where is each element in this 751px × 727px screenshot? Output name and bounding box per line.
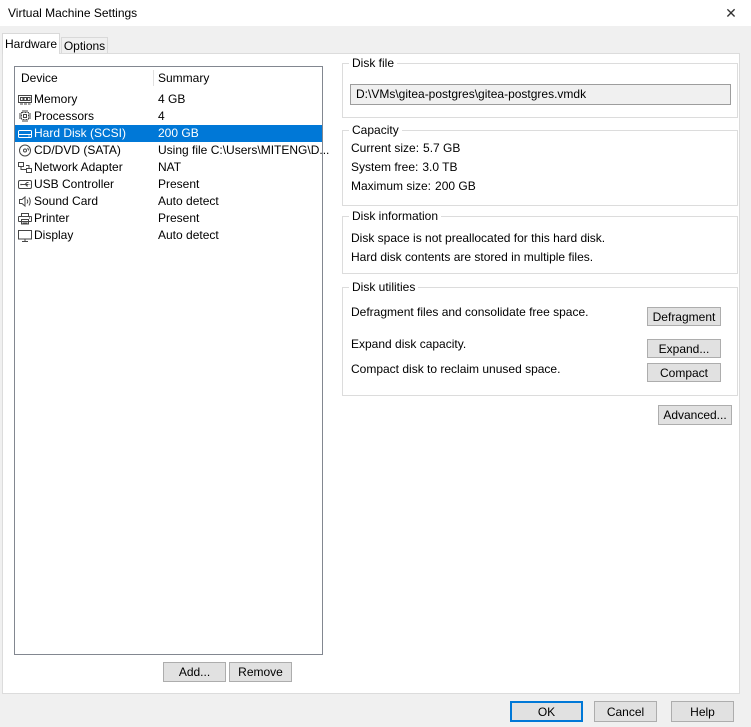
device-row-display[interactable]: Display Auto detect bbox=[15, 227, 322, 244]
expand-button[interactable]: Expand... bbox=[647, 339, 721, 358]
column-separator bbox=[153, 70, 154, 86]
tab-options[interactable]: Options bbox=[61, 37, 108, 54]
disk-file-path-field[interactable]: D:\VMs\gitea-postgres\gitea-postgres.vmd… bbox=[350, 84, 731, 105]
compact-button[interactable]: Compact bbox=[647, 363, 721, 382]
cancel-button[interactable]: Cancel bbox=[594, 701, 657, 722]
help-button[interactable]: Help bbox=[671, 701, 734, 722]
device-list-header: Device Summary bbox=[15, 67, 322, 89]
device-row-processors[interactable]: Processors 4 bbox=[15, 108, 322, 125]
tab-hardware[interactable]: Hardware bbox=[2, 33, 60, 54]
display-icon bbox=[17, 228, 33, 243]
hard-disk-icon bbox=[17, 126, 33, 141]
device-row-memory[interactable]: Memory 4 GB bbox=[15, 91, 322, 108]
disk-info-line: Hard disk contents are stored in multipl… bbox=[351, 250, 593, 264]
disk-information-group-label: Disk information bbox=[349, 209, 441, 223]
device-row-network-adapter[interactable]: Network Adapter NAT bbox=[15, 159, 322, 176]
device-row-sound-card[interactable]: Sound Card Auto detect bbox=[15, 193, 322, 210]
device-rows: Memory 4 GB Processors 4 Hard Disk (SCSI… bbox=[15, 91, 322, 244]
hardware-tab-page: Device Summary Memory 4 GB Processors 4 bbox=[2, 53, 740, 694]
disk-information-group: Disk information Disk space is not preal… bbox=[342, 216, 738, 274]
device-list[interactable]: Device Summary Memory 4 GB Processors 4 bbox=[14, 66, 323, 655]
disk-file-group: Disk file D:\VMs\gitea-postgres\gitea-po… bbox=[342, 63, 738, 118]
title-bar: Virtual Machine Settings ✕ bbox=[0, 0, 751, 26]
disk-utilities-group-label: Disk utilities bbox=[349, 280, 418, 294]
compact-description: Compact disk to reclaim unused space. bbox=[351, 362, 560, 376]
device-row-hard-disk[interactable]: Hard Disk (SCSI) 200 GB bbox=[15, 125, 322, 142]
capacity-group-label: Capacity bbox=[349, 123, 402, 137]
virtual-machine-settings-dialog: { "window": { "title": "Virtual Machine … bbox=[0, 0, 751, 727]
sound-card-icon bbox=[17, 194, 33, 209]
disk-utilities-group: Disk utilities Defragment files and cons… bbox=[342, 287, 738, 396]
device-row-usb-controller[interactable]: USB Controller Present bbox=[15, 176, 322, 193]
capacity-group: Capacity Current size:5.7 GB System free… bbox=[342, 130, 738, 206]
remove-button[interactable]: Remove bbox=[229, 662, 292, 682]
defragment-button[interactable]: Defragment bbox=[647, 307, 721, 326]
column-header-summary[interactable]: Summary bbox=[158, 67, 209, 89]
current-size-row: Current size:5.7 GB bbox=[351, 141, 460, 155]
disk-file-group-label: Disk file bbox=[349, 56, 397, 70]
advanced-button[interactable]: Advanced... bbox=[658, 405, 732, 425]
device-row-cd-dvd[interactable]: CD/DVD (SATA) Using file C:\Users\MITENG… bbox=[15, 142, 322, 159]
window-title: Virtual Machine Settings bbox=[8, 0, 137, 26]
usb-controller-icon bbox=[17, 177, 33, 192]
add-button[interactable]: Add... bbox=[163, 662, 226, 682]
printer-icon bbox=[17, 211, 33, 226]
close-icon[interactable]: ✕ bbox=[715, 0, 747, 26]
memory-icon bbox=[17, 92, 33, 107]
ok-button[interactable]: OK bbox=[510, 701, 583, 722]
disk-info-line: Disk space is not preallocated for this … bbox=[351, 231, 605, 245]
system-free-row: System free:3.0 TB bbox=[351, 160, 458, 174]
defragment-description: Defragment files and consolidate free sp… bbox=[351, 305, 588, 319]
maximum-size-row: Maximum size:200 GB bbox=[351, 179, 476, 193]
device-row-printer[interactable]: Printer Present bbox=[15, 210, 322, 227]
column-header-device[interactable]: Device bbox=[21, 67, 58, 89]
cd-dvd-icon bbox=[17, 143, 33, 158]
processors-icon bbox=[17, 109, 33, 124]
network-adapter-icon bbox=[17, 160, 33, 175]
expand-description: Expand disk capacity. bbox=[351, 337, 466, 351]
